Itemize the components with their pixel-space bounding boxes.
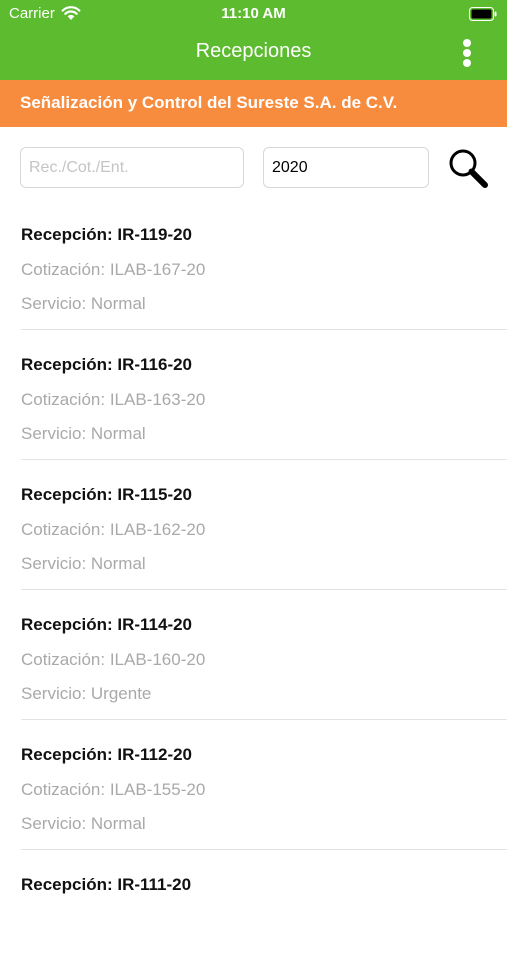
more-menu-button[interactable] (456, 36, 478, 70)
reception-title: Recepción: IR-114-20 (21, 615, 193, 634)
reception-title: Recepción: IR-111-20 (21, 875, 192, 894)
service-label: Servicio: Normal (21, 294, 146, 313)
reception-list: Recepción: IR-119-20 Cotización: ILAB-16… (0, 200, 507, 980)
battery-icon (469, 7, 497, 21)
page-title: Recepciones (195, 40, 312, 62)
quote-label: Cotización: ILAB-162-20 (21, 520, 206, 539)
list-item[interactable]: Recepción: IR-116-20 Cotización: ILAB-16… (0, 330, 507, 460)
list-item[interactable]: Recepción: IR-112-20 Cotización: ILAB-15… (0, 720, 507, 850)
quote-label: Cotización: ILAB-160-20 (21, 650, 206, 669)
company-banner: Señalización y Control del Sureste S.A. … (0, 80, 507, 127)
status-bar: Carrier 11:10 AM (0, 0, 507, 28)
list-item[interactable]: Recepción: IR-114-20 Cotización: ILAB-16… (0, 590, 507, 720)
status-time: 11:10 AM (221, 5, 286, 22)
search-button[interactable] (446, 146, 490, 190)
quote-label: Cotización: ILAB-163-20 (21, 390, 206, 409)
top-bar: Carrier 11:10 AM Recepciones (0, 0, 507, 80)
search-icon (449, 149, 488, 188)
service-label: Servicio: Normal (21, 554, 146, 573)
list-item[interactable]: Recepción: IR-111-20 (0, 850, 507, 980)
reception-title: Recepción: IR-112-20 (21, 745, 193, 764)
service-label: Servicio: Normal (21, 814, 146, 833)
service-label: Servicio: Normal (21, 424, 146, 443)
quote-label: Cotización: ILAB-167-20 (21, 260, 206, 279)
reception-title: Recepción: IR-115-20 (21, 485, 193, 504)
reception-title: Recepción: IR-116-20 (21, 355, 193, 374)
year-input[interactable] (263, 147, 429, 188)
company-name: Señalización y Control del Sureste S.A. … (20, 93, 398, 112)
reception-title: Recepción: IR-119-20 (21, 225, 193, 244)
quote-label: Cotización: ILAB-155-20 (21, 780, 206, 799)
service-label: Servicio: Urgente (21, 684, 152, 703)
search-input[interactable] (20, 147, 244, 188)
list-item[interactable]: Recepción: IR-115-20 Cotización: ILAB-16… (0, 460, 507, 590)
list-item[interactable]: Recepción: IR-119-20 Cotización: ILAB-16… (0, 200, 507, 330)
